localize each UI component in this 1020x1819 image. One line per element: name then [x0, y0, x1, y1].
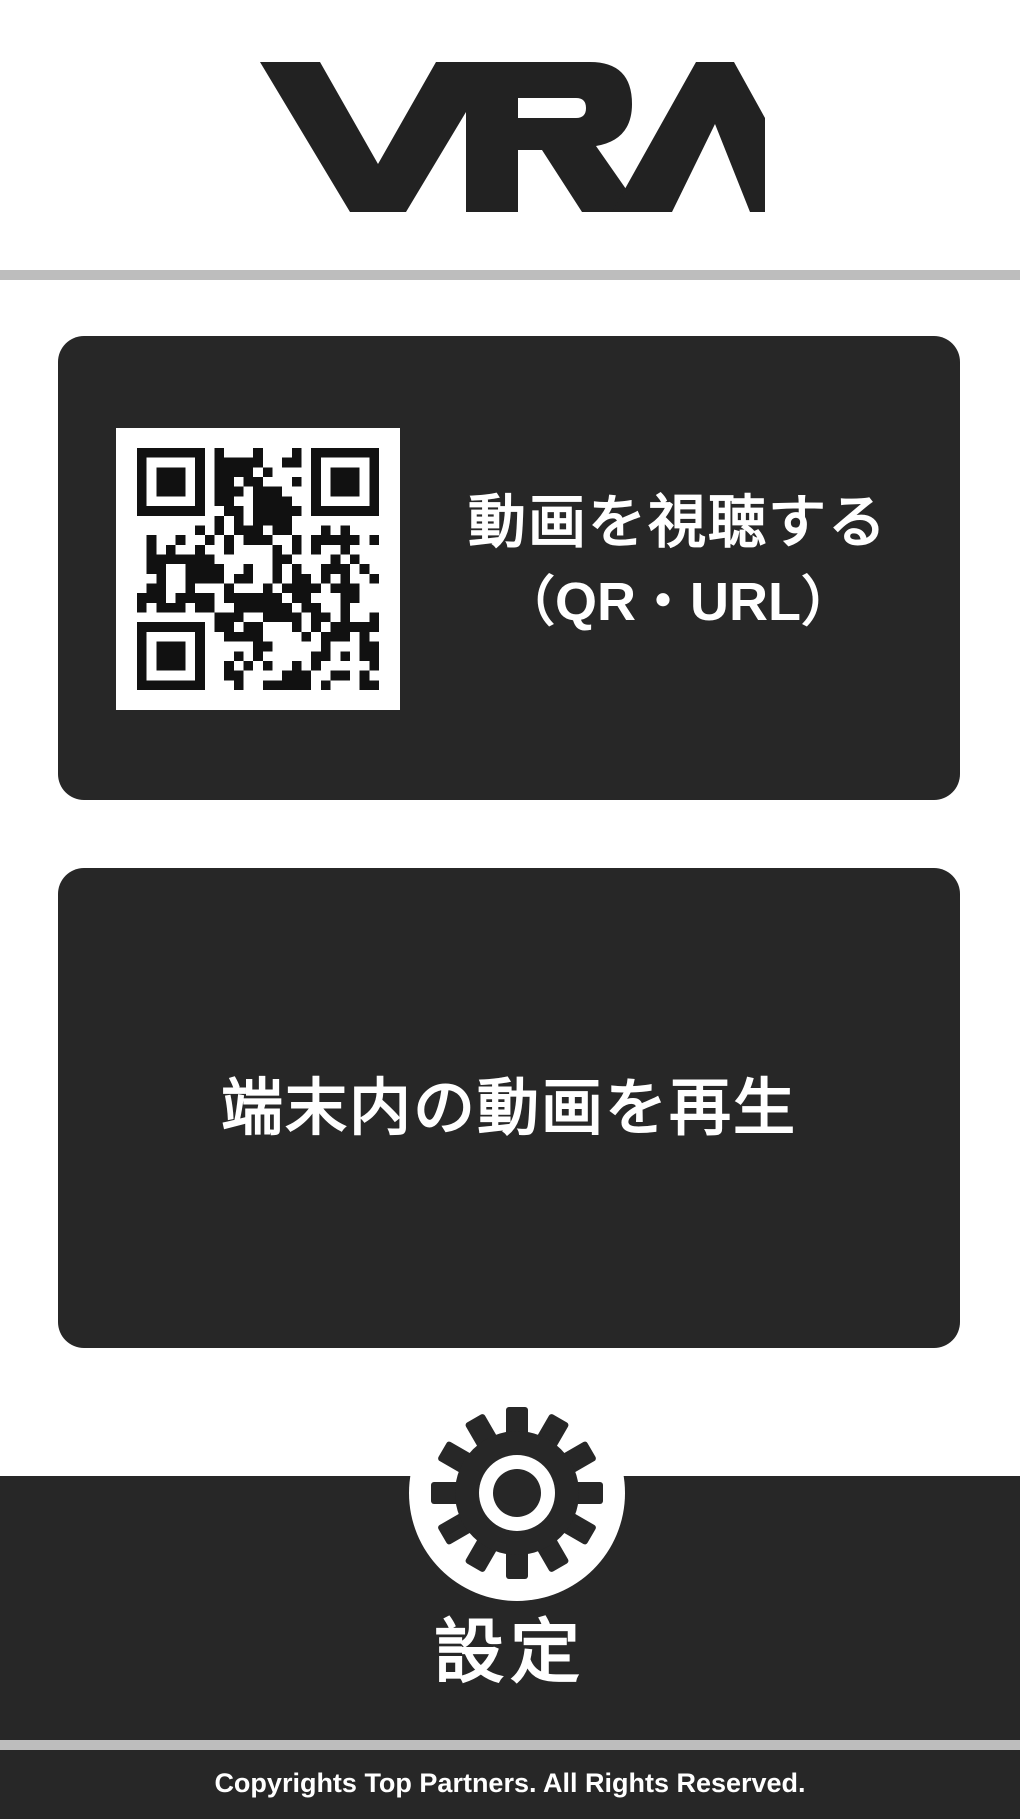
watch-video-button[interactable]: 動画を視聴する （QR・URL） — [58, 336, 960, 800]
settings-label[interactable]: 設定 — [0, 1612, 1020, 1692]
copyright-text: Copyrights Top Partners. All Rights Rese… — [0, 1750, 1020, 1819]
play-local-video-button[interactable]: 端末内の動画を再生 — [58, 868, 960, 1348]
watch-video-label: 動画を視聴する （QR・URL） — [428, 482, 928, 642]
watch-video-label-line1: 動画を視聴する — [467, 488, 888, 556]
watch-video-label-line2: （QR・URL） — [501, 572, 855, 632]
header-divider — [0, 270, 1020, 280]
play-local-video-label: 端末内の動画を再生 — [220, 1071, 797, 1144]
settings-button[interactable] — [406, 1382, 628, 1604]
gear-icon — [409, 1385, 625, 1601]
vra-logo — [260, 62, 765, 212]
qr-code-icon — [116, 428, 400, 710]
app-header — [0, 0, 1020, 270]
footer-divider — [0, 1740, 1020, 1750]
